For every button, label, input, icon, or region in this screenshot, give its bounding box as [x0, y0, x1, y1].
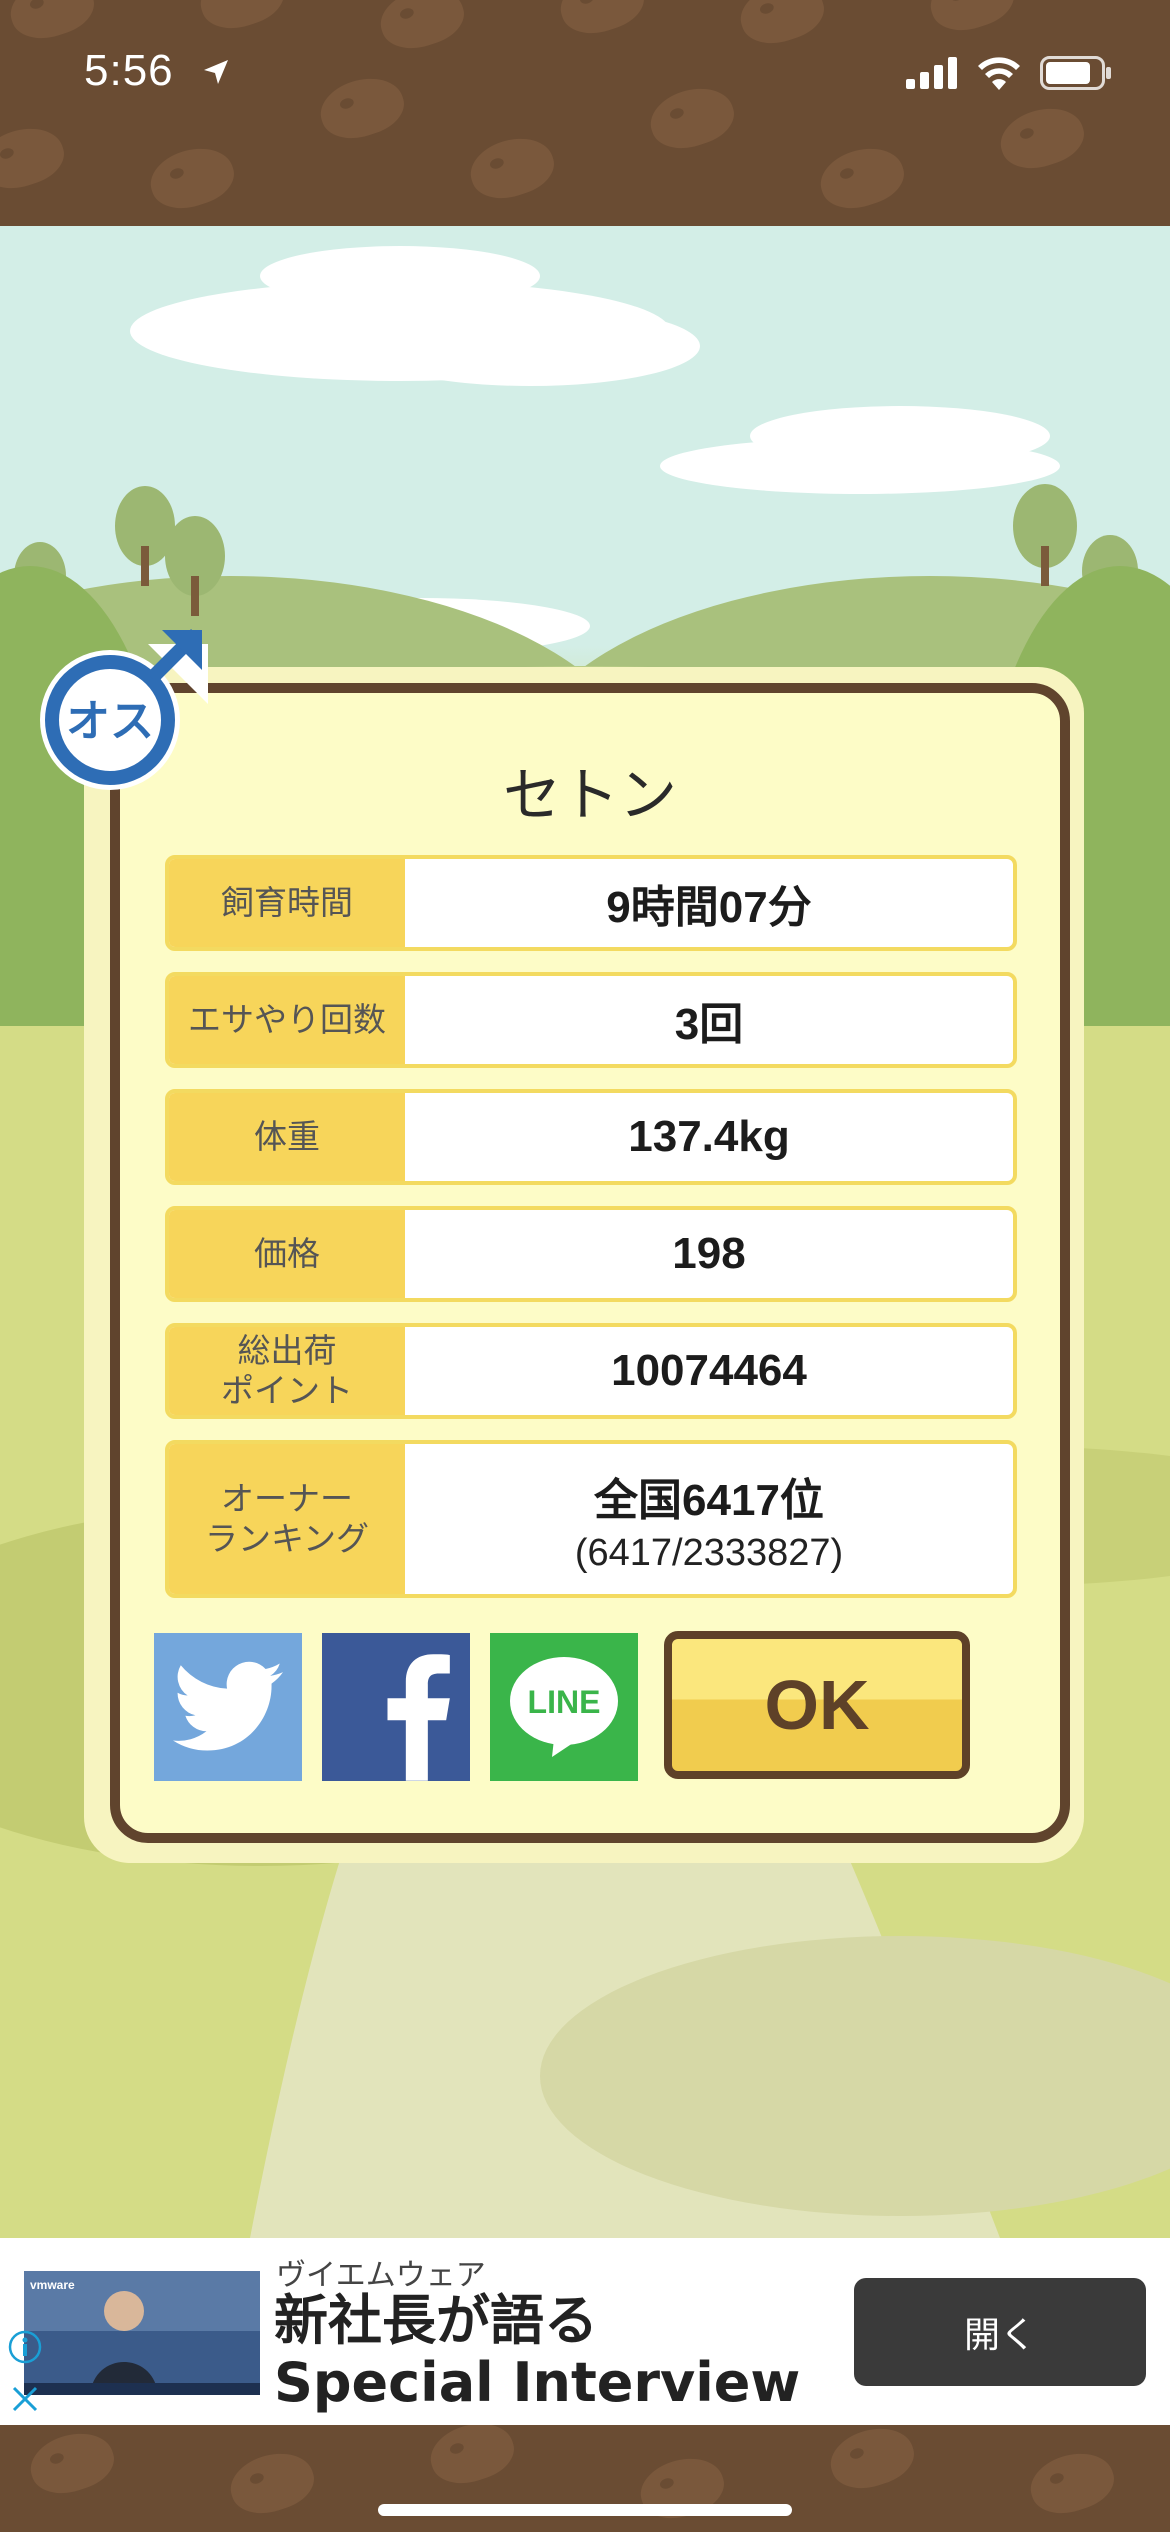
wifi-icon [978, 57, 1020, 90]
stat-label: エサやり回数 [169, 976, 405, 1064]
pig-result-dialog: セトン 飼育時間 9時間07分 エサやり回数 3回 体重 137.4kg 価格 … [110, 683, 1070, 1843]
stat-label: 体重 [169, 1093, 405, 1181]
stat-row-feed-count: エサやり回数 3回 [165, 972, 1017, 1068]
line-share-button[interactable]: LINE [490, 1633, 638, 1781]
pig-name: セトン [502, 761, 677, 829]
cellular-signal-icon [906, 57, 957, 89]
ad-advertiser: ヴイエムウェア [276, 2258, 486, 2293]
stat-label: 飼育時間 [169, 859, 405, 947]
stat-row-owner-ranking: オーナー ランキング 全国6417位 (6417/2333827) [165, 1440, 1017, 1598]
ad-headline-line2: Special Interview [274, 2351, 801, 2414]
stat-label: 価格 [169, 1210, 405, 1298]
facebook-f-icon [387, 1654, 450, 1781]
ad-thumbnail-image[interactable]: vmware [24, 2271, 260, 2395]
stat-row-raising-time: 飼育時間 9時間07分 [165, 855, 1017, 951]
stat-value: 3回 [674, 1000, 744, 1049]
ranking-value: 全国6417位 [594, 1475, 824, 1525]
line-label: LINE [528, 1684, 601, 1720]
stat-value: 9時間07分 [606, 883, 812, 932]
status-bar: 5:56 [0, 0, 1170, 226]
gender-label: オス [66, 696, 154, 747]
ok-label: OK [764, 1666, 870, 1744]
twitter-share-button[interactable] [154, 1633, 302, 1781]
ad-open-button[interactable]: 開く [854, 2278, 1146, 2386]
stat-label: オーナー ランキング [169, 1444, 405, 1594]
stat-row-weight: 体重 137.4kg [165, 1089, 1017, 1185]
ad-thumb-logo: vmware [30, 2278, 75, 2292]
line-bubble-icon: LINE [510, 1657, 618, 1757]
male-gender-badge: オス [38, 628, 214, 798]
location-arrow-icon [204, 60, 228, 84]
stat-label: 総出荷 ポイント [169, 1327, 405, 1415]
stat-value: 198 [672, 1229, 746, 1278]
ok-button[interactable]: OK [664, 1631, 970, 1779]
ad-banner[interactable]: vmware ヴイエムウェア 新社長が語る Special Interview … [0, 2238, 1170, 2425]
stat-value-group: 全国6417位 (6417/2333827) [405, 1444, 1013, 1594]
ad-headline[interactable]: 新社長が語る Special Interview [274, 2290, 800, 2414]
ranking-detail: (6417/2333827) [574, 1531, 844, 1574]
facebook-share-button[interactable] [322, 1633, 470, 1781]
battery-icon [1040, 56, 1111, 90]
stat-value: 10074464 [611, 1346, 807, 1395]
home-indicator[interactable] [378, 2504, 792, 2516]
ad-info-icon[interactable] [8, 2330, 42, 2364]
stat-row-total-points: 総出荷 ポイント 10074464 [165, 1323, 1017, 1419]
twitter-bird-icon [173, 1661, 283, 1751]
ad-headline-line1: 新社長が語る [274, 2289, 598, 2352]
stat-value: 137.4kg [628, 1112, 790, 1161]
status-time: 5:56 [84, 46, 174, 95]
ad-close-icon[interactable] [8, 2382, 42, 2416]
stat-row-price: 価格 198 [165, 1206, 1017, 1302]
male-symbol-icon: オス [40, 629, 208, 790]
